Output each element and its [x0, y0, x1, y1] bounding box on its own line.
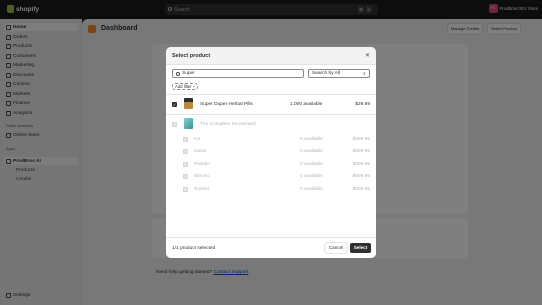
variant-checkbox	[183, 149, 188, 154]
variant-availability: 0 available	[300, 187, 323, 192]
variant-availability: 0 available	[300, 162, 323, 167]
variant-name: Electric	[194, 174, 210, 179]
variant-name: Sunset	[194, 187, 209, 192]
variant-checkbox	[183, 137, 188, 142]
product-row: The Complete Snowboard	[166, 115, 376, 133]
variant-price: $699.95	[352, 137, 370, 142]
variant-availability: 0 available	[300, 149, 323, 154]
search-by-label: Search by All	[312, 71, 340, 76]
variant-checkbox	[183, 162, 188, 167]
variant-name: Dawn	[194, 149, 207, 154]
modal-footer: 1/1 product selected Cancel Select	[166, 237, 376, 258]
product-checkbox[interactable]: ✓	[172, 102, 177, 107]
product-name: Super Duper Herbal Pills	[200, 101, 253, 107]
add-filter-button[interactable]: Add filter +	[172, 83, 199, 90]
selected-count: 1/1 product selected	[172, 246, 216, 251]
search-by-select[interactable]: Search by All ⇕	[308, 69, 370, 78]
modal-header: Select product ✕	[166, 47, 376, 65]
product-price: $29.99	[355, 101, 370, 107]
select-button[interactable]: Select	[350, 243, 371, 253]
variant-price: $699.95	[352, 174, 370, 179]
close-icon[interactable]: ✕	[365, 52, 370, 59]
variant-price: $699.95	[352, 149, 370, 154]
variant-availability: 0 available	[300, 174, 323, 179]
variant-price: $699.95	[352, 162, 370, 167]
variant-checkbox	[183, 174, 188, 179]
variant-row: Electric 0 available $699.95	[166, 171, 376, 183]
product-search-input[interactable]: Super	[172, 69, 304, 78]
variant-row: Ice 0 available $699.95	[166, 134, 376, 146]
product-name: The Complete Snowboard	[200, 121, 256, 127]
variant-price: $699.95	[352, 187, 370, 192]
modal-title: Select product	[172, 53, 211, 59]
chevron-updown-icon: ⇕	[362, 71, 366, 76]
cancel-button[interactable]: Cancel	[325, 243, 347, 253]
product-thumbnail	[184, 98, 193, 109]
product-availability: 1,000 available	[290, 101, 323, 107]
variant-checkbox	[183, 187, 188, 192]
search-icon	[176, 72, 180, 76]
select-product-modal: Select product ✕ Super Search by All ⇕ A…	[166, 47, 376, 258]
product-thumbnail	[184, 118, 193, 129]
variant-row: Sunset 0 available $699.95	[166, 184, 376, 196]
variant-name: Ice	[194, 137, 201, 142]
variant-row: Dawn 0 available $699.95	[166, 146, 376, 158]
variant-availability: 0 available	[300, 137, 323, 142]
product-row[interactable]: ✓ Super Duper Herbal Pills 1,000 availab…	[166, 95, 376, 113]
product-checkbox	[172, 122, 177, 127]
variant-name: Powder	[194, 162, 211, 167]
product-search-value: Super	[182, 71, 195, 76]
variant-row: Powder 0 available $699.95	[166, 159, 376, 171]
